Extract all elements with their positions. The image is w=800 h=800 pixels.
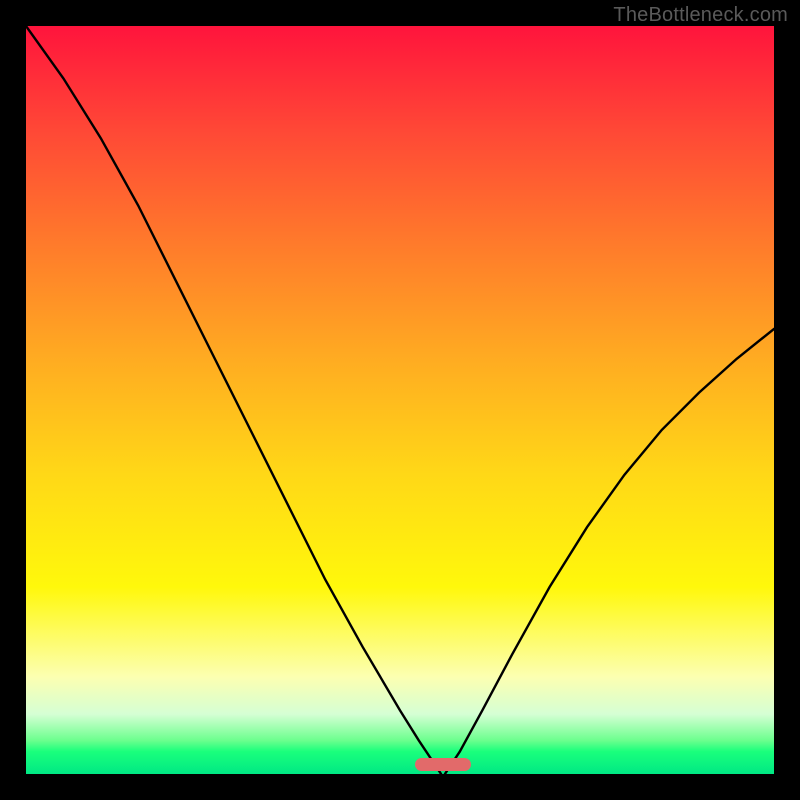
optimal-marker <box>415 758 471 771</box>
chart-frame: TheBottleneck.com <box>0 0 800 800</box>
curve-path <box>26 26 774 774</box>
bottleneck-curve <box>26 26 774 774</box>
plot-area <box>26 26 774 774</box>
watermark-text: TheBottleneck.com <box>613 4 788 27</box>
